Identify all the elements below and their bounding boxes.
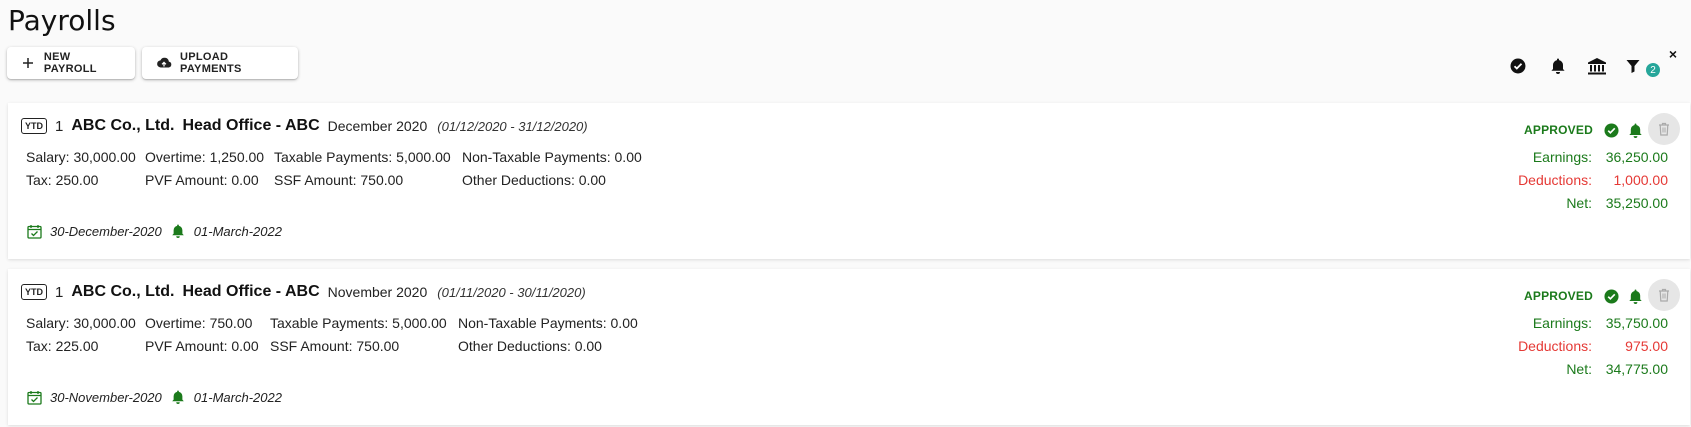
payroll-dates: 30-December-2020 01-March-2022 (26, 223, 282, 239)
earnings-label: Earnings: (1532, 315, 1592, 331)
pay-date: 30-December-2020 (50, 223, 162, 239)
salary-field: Salary: 30,000.00 (26, 315, 136, 331)
payroll-totals: Earnings: 36,250.00 Deductions: 1,000.00… (1518, 149, 1668, 211)
net-value: 35,250.00 (1605, 195, 1668, 211)
calendar-check-icon (26, 389, 42, 405)
non-taxable-payments-field: Non-Taxable Payments: 0.00 (462, 149, 642, 165)
ssf-amount-field: SSF Amount: 750.00 (270, 338, 400, 354)
notification-date: 01-March-2022 (193, 223, 282, 239)
other-deductions-field: Other Deductions: 0.00 (458, 338, 602, 354)
status-badge: APPROVED (1524, 123, 1593, 137)
delete-button[interactable] (1648, 113, 1680, 145)
deductions-label: Deductions: (1518, 338, 1592, 354)
payroll-details: Salary: 30,000.00 Overtime: 1,250.00 Tax… (26, 149, 642, 188)
payroll-date-range: (01/12/2020 - 31/12/2020) (437, 118, 588, 134)
other-deductions-field: Other Deductions: 0.00 (462, 172, 606, 188)
company-name: ABC Co., Ltd. (71, 283, 175, 300)
office-name: Head Office - ABC (182, 283, 320, 300)
status-area: APPROVED (1490, 113, 1690, 145)
payroll-dates: 30-November-2020 01-March-2022 (26, 389, 282, 405)
ytd-badge[interactable]: YTD (21, 284, 47, 300)
filter-count-badge: 2 (1646, 63, 1660, 77)
net-value: 34,775.00 (1605, 361, 1668, 377)
approved-filter-icon[interactable] (1508, 56, 1528, 76)
filter-icon (1626, 60, 1640, 73)
filter-button[interactable]: 2 (1626, 56, 1666, 77)
taxable-payments-field: Taxable Payments: 5,000.00 (270, 315, 447, 331)
notify-bell-icon[interactable] (1626, 121, 1644, 139)
payroll-date-range: (01/11/2020 - 30/11/2020) (437, 284, 586, 300)
office-name: Head Office - ABC (182, 117, 320, 134)
upload-payments-label: UPLOAD PAYMENTS (180, 51, 242, 75)
ytd-badge[interactable]: YTD (21, 118, 47, 134)
earnings-value: 35,750.00 (1605, 315, 1668, 331)
notification-date: 01-March-2022 (193, 389, 282, 405)
trash-icon (1659, 288, 1669, 302)
payroll-card[interactable]: YTD 1 ABC Co., Ltd. Head Office - ABC De… (8, 103, 1690, 259)
cloud-upload-icon (156, 55, 172, 71)
plus-icon (21, 55, 36, 71)
payroll-sequence: 1 (55, 283, 64, 301)
pvf-amount-field: PVF Amount: 0.00 (145, 172, 259, 188)
deductions-value: 975.00 (1625, 338, 1668, 354)
earnings-label: Earnings: (1532, 149, 1592, 165)
overtime-field: Overtime: 1,250.00 (145, 149, 265, 165)
tax-field: Tax: 250.00 (26, 172, 99, 188)
upload-payments-button[interactable]: UPLOAD PAYMENTS (142, 47, 298, 79)
bell-icon (170, 223, 186, 239)
status-badge: APPROVED (1524, 289, 1593, 303)
payroll-period: December 2020 (327, 118, 428, 134)
pvf-amount-field: PVF Amount: 0.00 (145, 338, 259, 354)
taxable-payments-field: Taxable Payments: 5,000.00 (274, 149, 451, 165)
payroll-totals: Earnings: 35,750.00 Deductions: 975.00 N… (1518, 315, 1668, 377)
non-taxable-payments-field: Non-Taxable Payments: 0.00 (458, 315, 638, 331)
ssf-amount-field: SSF Amount: 750.00 (274, 172, 404, 188)
payroll-period: November 2020 (327, 284, 428, 300)
top-action-bar: 2 × (1491, 46, 1691, 80)
payroll-header: YTD 1 ABC Co., Ltd. Head Office - ABC No… (21, 283, 586, 301)
pay-date: 30-November-2020 (50, 389, 162, 405)
overtime-field: Overtime: 750.00 (145, 315, 253, 331)
tax-field: Tax: 225.00 (26, 338, 99, 354)
clear-filter-icon[interactable]: × (1669, 46, 1677, 62)
status-area: APPROVED (1490, 279, 1690, 311)
earnings-value: 36,250.00 (1605, 149, 1668, 165)
approved-check-icon[interactable] (1602, 121, 1620, 139)
net-label: Net: (1566, 195, 1592, 211)
notify-bell-icon[interactable] (1626, 287, 1644, 305)
page-title: Payrolls (8, 4, 116, 37)
payroll-card[interactable]: YTD 1 ABC Co., Ltd. Head Office - ABC No… (8, 269, 1690, 425)
bell-icon (170, 389, 186, 405)
company-name: ABC Co., Ltd. (71, 117, 175, 134)
deductions-label: Deductions: (1518, 172, 1592, 188)
deductions-value: 1,000.00 (1613, 172, 1669, 188)
net-label: Net: (1566, 361, 1592, 377)
bank-icon[interactable] (1587, 56, 1607, 76)
payroll-sequence: 1 (55, 117, 64, 135)
salary-field: Salary: 30,000.00 (26, 149, 136, 165)
trash-icon (1659, 122, 1669, 136)
payroll-header: YTD 1 ABC Co., Ltd. Head Office - ABC De… (21, 117, 588, 135)
approved-check-icon[interactable] (1602, 287, 1620, 305)
payroll-details: Salary: 30,000.00 Overtime: 750.00 Taxab… (26, 315, 638, 354)
calendar-check-icon (26, 223, 42, 239)
delete-button[interactable] (1648, 279, 1680, 311)
new-payroll-button[interactable]: NEW PAYROLL (7, 47, 135, 79)
bell-icon[interactable] (1548, 56, 1568, 76)
new-payroll-label: NEW PAYROLL (43, 51, 97, 75)
